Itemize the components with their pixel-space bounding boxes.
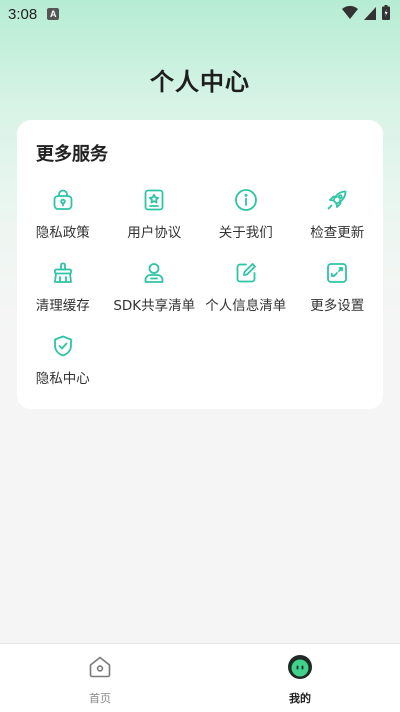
star-document-icon <box>142 188 166 212</box>
tab-home-label: 首页 <box>89 692 111 705</box>
battery-icon <box>382 5 390 24</box>
service-label: 隐私政策 <box>35 225 90 241</box>
user-icon <box>142 261 166 285</box>
profile-face-icon <box>287 654 313 684</box>
edit-icon <box>234 261 258 285</box>
service-about-us[interactable]: 关于我们 <box>200 188 292 261</box>
service-label: SDK共享清单 <box>113 298 196 314</box>
services-grid: 隐私政策 用户协议 关于我们 检查更新 清理缓存 SDK共享清单 个人信息清单 … <box>17 188 383 407</box>
service-label: 隐私中心 <box>35 371 90 387</box>
wifi-icon <box>342 5 358 24</box>
service-label: 个人信息清单 <box>205 298 287 314</box>
service-more-settings[interactable]: 更多设置 <box>292 261 384 334</box>
settings-square-icon <box>325 261 349 285</box>
notification-badge: A <box>47 8 60 20</box>
services-title: 更多服务 <box>36 144 108 165</box>
page-title: 个人中心 <box>150 68 250 96</box>
service-label: 关于我们 <box>218 225 273 241</box>
bottom-nav: 首页 我的 <box>0 643 400 712</box>
service-label: 用户协议 <box>127 225 182 241</box>
service-label: 清理缓存 <box>35 298 90 314</box>
rocket-icon <box>325 188 349 212</box>
service-check-update[interactable]: 检查更新 <box>292 188 384 261</box>
tab-home[interactable]: 首页 <box>70 654 130 706</box>
service-privacy-center[interactable]: 隐私中心 <box>17 334 109 407</box>
service-label: 更多设置 <box>310 298 365 314</box>
service-privacy-policy[interactable]: 隐私政策 <box>17 188 109 261</box>
service-user-agreement[interactable]: 用户协议 <box>109 188 201 261</box>
tab-mine-label: 我的 <box>289 692 311 705</box>
service-personal-info-list[interactable]: 个人信息清单 <box>200 261 292 334</box>
info-icon <box>234 188 258 212</box>
lock-bag-icon <box>51 188 75 212</box>
shield-check-icon <box>51 334 75 358</box>
status-icons <box>342 5 390 24</box>
services-card: 更多服务 隐私政策 用户协议 关于我们 检查更新 清理缓存 SDK共享清单 个人… <box>17 120 383 409</box>
cell-signal-icon <box>364 5 376 24</box>
status-bar: 3:08 A <box>0 0 400 28</box>
service-sdk-list[interactable]: SDK共享清单 <box>109 261 201 334</box>
status-time: 3:08 <box>8 5 38 23</box>
service-label: 检查更新 <box>310 225 365 241</box>
broom-icon <box>51 261 75 285</box>
tab-mine[interactable]: 我的 <box>270 654 330 706</box>
service-clear-cache[interactable]: 清理缓存 <box>17 261 109 334</box>
home-icon <box>87 654 113 684</box>
